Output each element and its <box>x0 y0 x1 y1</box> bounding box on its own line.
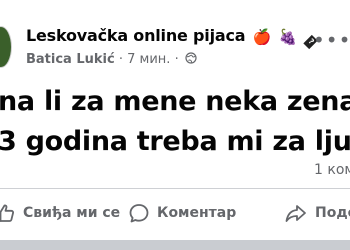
meta-separator: · <box>118 52 123 67</box>
meta-dot: · <box>174 52 179 67</box>
share-arrow-icon <box>285 205 306 222</box>
divider <box>0 188 350 189</box>
post-card: Leskovačka online pijaca 🍎 🍇 ? Batica Lu… <box>0 0 350 250</box>
post-meta: Batica Lukić · 7 мин. · <box>26 52 197 67</box>
post-line-1: na li za mene neka zena o <box>0 86 350 117</box>
like-label: Свиђа ми се <box>23 205 121 221</box>
like-button[interactable]: Свиђа ми се <box>0 199 120 227</box>
thumbs-up-icon <box>0 204 14 222</box>
share-label: Подел <box>315 205 350 221</box>
globe-icon[interactable] <box>185 52 197 64</box>
author-name[interactable]: Batica Lukić <box>26 52 115 67</box>
comment-bubble-icon <box>129 204 149 223</box>
post-time[interactable]: 7 мин. <box>127 52 170 67</box>
apple-emoji: 🍎 <box>252 28 272 46</box>
more-icon[interactable]: ••• <box>313 30 350 50</box>
feed-separator <box>0 240 350 250</box>
post-header: Leskovačka online pijaca 🍎 🍇 ? Batica Lu… <box>0 22 350 76</box>
comment-label: Коментар <box>157 205 237 221</box>
share-button[interactable]: Подел <box>284 199 350 227</box>
comments-count[interactable]: 1 коме <box>314 162 350 178</box>
group-avatar[interactable] <box>0 26 12 68</box>
grapes-emoji: 🍇 <box>278 28 298 46</box>
comment-button[interactable]: Коментар <box>128 199 236 227</box>
post-line-2: 3 godina treba mi za ljuba <box>0 126 350 157</box>
post-text: na li za mene neka zena o 3 godina treba… <box>0 82 350 162</box>
group-name-text[interactable]: Leskovačka online pijaca <box>26 26 246 45</box>
group-name[interactable]: Leskovačka online pijaca 🍎 🍇 ? <box>26 26 319 50</box>
